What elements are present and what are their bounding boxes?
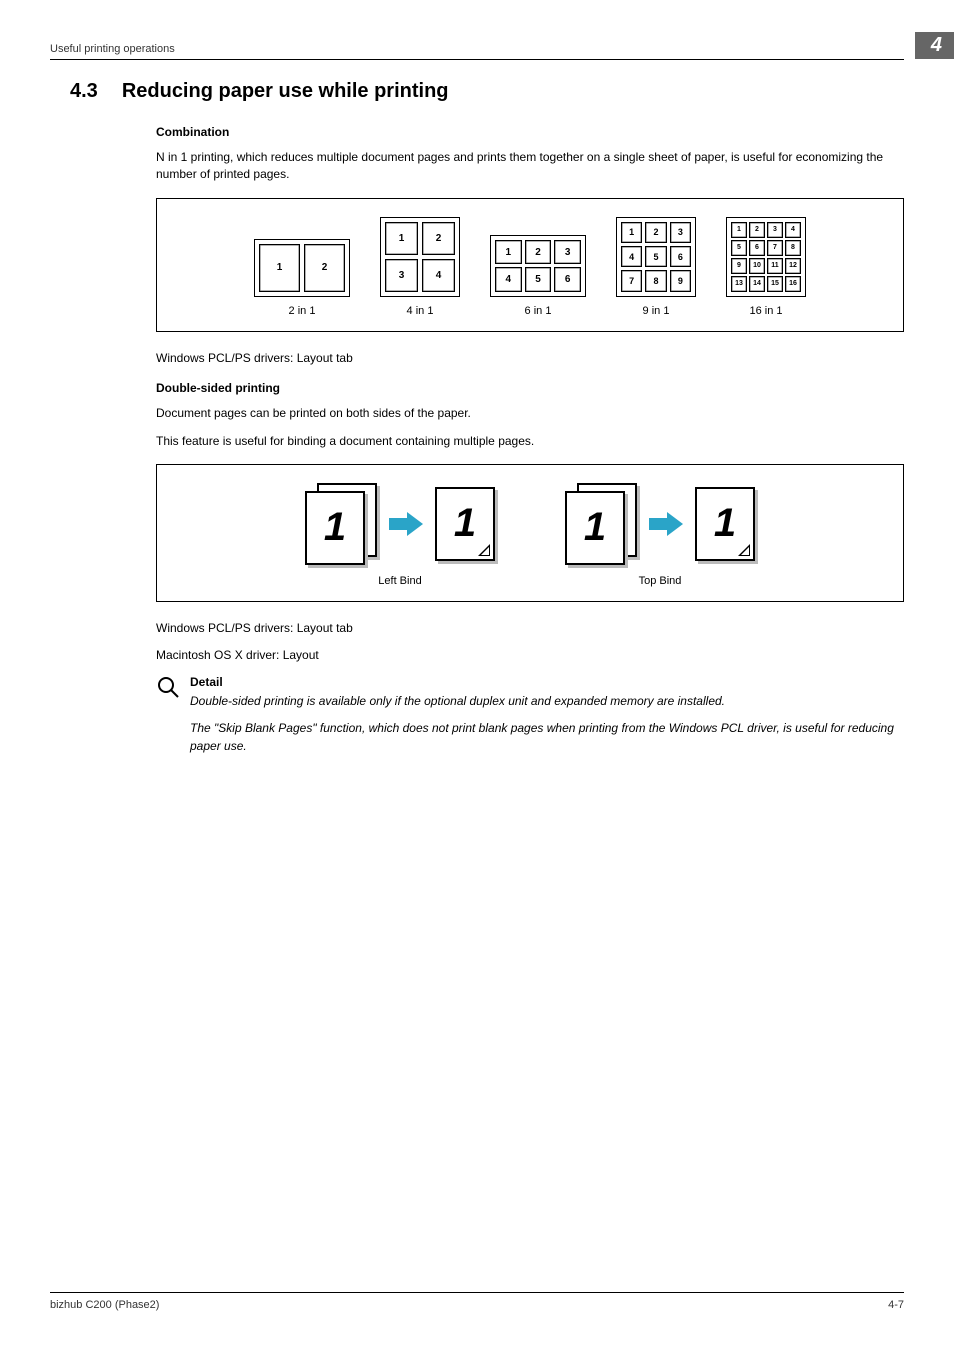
duplex-desc1: Document pages can be printed on both si… (156, 405, 904, 422)
page-cell: 8 (645, 270, 666, 291)
top-bind-group: 2 1 1 Top Bind (565, 483, 755, 587)
page-cell: 2 (422, 222, 455, 255)
page-cell: 4 (422, 259, 455, 292)
combo-label: 2 in 1 (289, 305, 316, 317)
page-cell: 1 (621, 222, 642, 243)
duplex-caption2: Macintosh OS X driver: Layout (156, 647, 904, 664)
running-title: Useful printing operations (50, 43, 175, 55)
footer-right: 4-7 (888, 1299, 904, 1311)
page-cell: 16 (785, 276, 801, 292)
page-1-icon: 1 (305, 491, 365, 565)
page-cell: 8 (785, 240, 801, 256)
section-number: 4.3 (70, 80, 98, 103)
page-cell: 13 (731, 276, 747, 292)
combo-4in1: 1 2 3 4 4 in 1 (380, 217, 460, 317)
page-cell: 7 (767, 240, 783, 256)
page-header: Useful printing operations 4 (50, 32, 904, 60)
page-cell: 3 (670, 222, 691, 243)
combo-label: 4 in 1 (407, 305, 434, 317)
page-cell: 3 (767, 222, 783, 238)
input-pages-icon: 2 1 (565, 483, 637, 565)
detail-note: Detail Double-sided printing is availabl… (156, 675, 904, 765)
page-cell: 2 (645, 222, 666, 243)
arrow-icon (389, 512, 423, 536)
combo-2in1: 1 2 2 in 1 (254, 239, 350, 317)
page-cell: 15 (767, 276, 783, 292)
output-page-icon: 1 (435, 487, 495, 561)
page-cell: 4 (495, 267, 522, 292)
section-heading: 4.3 Reducing paper use while printing (70, 80, 904, 103)
page-cell: 5 (645, 246, 666, 267)
page-cell: 4 (621, 246, 642, 267)
page-cell: 1 (731, 222, 747, 238)
section-title: Reducing paper use while printing (122, 80, 449, 103)
footer-left: bizhub C200 (Phase2) (50, 1299, 159, 1311)
combination-description: N in 1 printing, which reduces multiple … (156, 149, 904, 184)
page-cell: 2 (304, 244, 345, 292)
page-footer: bizhub C200 (Phase2) 4-7 (50, 1292, 904, 1311)
page-cell: 5 (525, 267, 552, 292)
page-cell: 5 (731, 240, 747, 256)
duplex-caption1: Windows PCL/PS drivers: Layout tab (156, 620, 904, 637)
output-page-icon: 1 (695, 487, 755, 561)
combo-6in1: 1 2 3 4 5 6 6 in 1 (490, 235, 586, 317)
combo-9in1: 1 2 3 4 5 6 7 8 9 9 in 1 (616, 217, 696, 317)
combo-16in1: 1 2 3 4 5 6 7 8 9 10 11 12 13 14 15 16 (726, 217, 806, 317)
note-title: Detail (190, 675, 904, 689)
page-cell: 11 (767, 258, 783, 274)
note-text-2: The "Skip Blank Pages" function, which d… (190, 720, 904, 755)
magnifier-icon (156, 675, 184, 703)
combination-caption: Windows PCL/PS drivers: Layout tab (156, 350, 904, 367)
combo-label: 6 in 1 (525, 305, 552, 317)
page-cell: 6 (670, 246, 691, 267)
page-cell: 10 (749, 258, 765, 274)
input-pages-icon: 2 1 (305, 483, 377, 565)
page-cell: 3 (554, 240, 581, 265)
left-bind-label: Left Bind (378, 575, 421, 587)
page-cell: 2 (749, 222, 765, 238)
arrow-icon (649, 512, 683, 536)
page-cell: 14 (749, 276, 765, 292)
combo-label: 9 in 1 (643, 305, 670, 317)
subheading-duplex: Double-sided printing (156, 381, 904, 395)
page-cell: 6 (554, 267, 581, 292)
page-cell: 1 (385, 222, 418, 255)
page-cell: 9 (731, 258, 747, 274)
combination-figure: 1 2 2 in 1 1 2 3 4 4 in 1 1 2 3 (156, 198, 904, 332)
page-cell: 7 (621, 270, 642, 291)
left-bind-group: 2 1 1 Left Bind (305, 483, 495, 587)
note-text-1: Double-sided printing is available only … (190, 693, 904, 710)
page-cell: 2 (525, 240, 552, 265)
page-cell: 4 (785, 222, 801, 238)
page-cell: 3 (385, 259, 418, 292)
combo-label: 16 in 1 (749, 305, 782, 317)
subheading-combination: Combination (156, 125, 904, 139)
chapter-number-badge: 4 (915, 32, 954, 59)
duplex-desc2: This feature is useful for binding a doc… (156, 433, 904, 450)
page-cell: 6 (749, 240, 765, 256)
page-cell: 1 (495, 240, 522, 265)
page-1-icon: 1 (565, 491, 625, 565)
duplex-figure: 2 1 1 Left Bind 2 1 (156, 464, 904, 602)
page-cell: 12 (785, 258, 801, 274)
top-bind-label: Top Bind (639, 575, 682, 587)
page-cell: 1 (259, 244, 300, 292)
page-cell: 9 (670, 270, 691, 291)
